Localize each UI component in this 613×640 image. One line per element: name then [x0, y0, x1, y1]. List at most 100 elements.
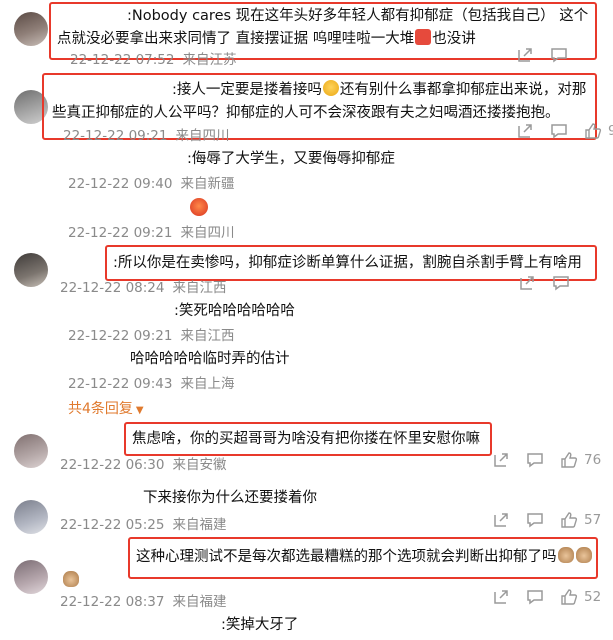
emoji	[322, 80, 339, 96]
more-replies-label: 共4条回复	[68, 401, 133, 417]
like-button[interactable]: 57	[560, 511, 601, 529]
reply-time: 22-12-22 09:43	[68, 376, 173, 392]
comment-text-part: 还有别什么事都拿抑郁症出来说，对那	[339, 82, 587, 98]
comment-location: 来自江苏	[182, 52, 237, 68]
reply-text: 哈哈哈哈哈临时弄的估计	[130, 351, 290, 367]
comment-icon	[527, 513, 543, 528]
comment-icon	[553, 276, 569, 291]
share-icon	[494, 590, 508, 604]
avatar[interactable]	[14, 560, 48, 594]
comment-location: 来自福建	[172, 517, 227, 533]
comment-time: 22-12-22 06:30	[60, 457, 165, 473]
comment-actions	[500, 46, 568, 64]
share-icon	[518, 124, 532, 138]
comment-text: 下来接你为什么还要搂着你	[143, 490, 317, 506]
comment-text-part: 也没讲	[432, 31, 476, 47]
share-button[interactable]	[516, 122, 534, 140]
comment-text-part: 点就没必要拿出来求同情了 直接摆证据 呜哩哇啦一大堆	[57, 31, 415, 47]
like-count: 76	[584, 452, 602, 468]
emoji	[557, 547, 574, 563]
avatar[interactable]	[14, 253, 48, 287]
like-button[interactable]: 52	[560, 588, 601, 606]
comment-line: 点就没必要拿出来求同情了 直接摆证据 呜哩哇啦一大堆 也没讲	[57, 28, 476, 50]
like-icon	[561, 589, 578, 605]
like-button[interactable]: 95	[584, 122, 613, 140]
share-icon	[518, 48, 532, 62]
comment-actions: 52	[476, 588, 601, 606]
reply-location: 来自江西	[180, 328, 235, 344]
comment-text: :所以你是在卖惨吗，抑郁症诊断单算什么证据，割腕自杀割手臂上有啥用	[113, 255, 582, 271]
like-count: 52	[584, 589, 602, 605]
share-icon	[520, 276, 534, 290]
comment-meta: 22-12-22 08:37 来自福建	[60, 590, 226, 610]
reply-time: 22-12-22 09:40	[68, 176, 173, 192]
avatar[interactable]	[14, 12, 48, 46]
comment-icon	[527, 590, 543, 605]
comment-meta: 22-12-22 06:30 来自安徽	[60, 453, 226, 473]
comment-icon	[551, 124, 567, 139]
share-button[interactable]	[518, 274, 536, 292]
comment-icon	[551, 48, 567, 63]
emoji	[190, 198, 208, 216]
like-icon	[585, 123, 602, 139]
avatar[interactable]	[14, 500, 48, 534]
more-replies-link[interactable]: 共4条回复 ▼	[68, 398, 144, 418]
reply-text: :侮辱了大学生，又要侮辱抑郁症	[187, 151, 395, 167]
reply-time: 22-12-22 09:21	[68, 225, 173, 241]
comment-button[interactable]	[552, 274, 570, 292]
comment-line: 些真正抑郁症的人公平吗？抑郁症的人可不会深夜跟有夫之妇喝酒还搂搂抱抱。	[52, 105, 560, 121]
emoji	[415, 29, 432, 45]
reply-location: 来自新疆	[180, 176, 235, 192]
comment-location: 来自四川	[175, 128, 230, 144]
comment-actions: 95	[500, 122, 613, 140]
like-count: 95	[608, 123, 613, 139]
like-button[interactable]: 76	[560, 451, 601, 469]
reply-meta: 22-12-22 09:40 来自新疆	[68, 172, 234, 192]
comment-meta: 22-12-22 09:21 来自四川	[63, 124, 229, 144]
comment-meta: 22-12-22 07:52 来自江苏	[70, 48, 236, 68]
comment-time: 22-12-22 08:24	[60, 280, 165, 296]
reply-time: 22-12-22 09:21	[68, 328, 173, 344]
comment-time: 22-12-22 07:52	[70, 52, 175, 68]
comment-text: 焦虑啥，你的买超哥哥为啥没有把你搂在怀里安慰你嘛	[132, 431, 480, 447]
emoji	[575, 547, 592, 563]
comment-line: :接人一定要是搂着接吗 还有别什么事都拿抑郁症出来说，对那	[172, 79, 586, 101]
comment-actions: 57	[476, 511, 601, 529]
comment-meta: 22-12-22 08:24 来自江西	[60, 276, 226, 296]
share-icon	[494, 453, 508, 467]
reply-location: 来自上海	[180, 376, 235, 392]
comment-line: :Nobody cares 现在这年头好多年轻人都有抑郁症（包括我自己） 这个	[127, 8, 589, 24]
like-icon	[561, 452, 578, 468]
comment-button[interactable]	[526, 588, 544, 606]
share-button[interactable]	[516, 46, 534, 64]
comment-text-part: 这种心理测试不是每次都选最糟糕的那个选项就会判断出抑郁了吗	[136, 549, 557, 565]
like-count: 57	[584, 512, 602, 528]
reply-text: :笑死哈哈哈哈哈哈	[174, 303, 295, 319]
comment-actions	[502, 274, 570, 292]
reply-meta: 22-12-22 09:43 来自上海	[68, 372, 234, 392]
comment-location: 来自安徽	[172, 457, 227, 473]
chevron-down-icon: ▼	[135, 405, 144, 416]
comment-meta: 22-12-22 05:25 来自福建	[60, 513, 226, 533]
comment-icon	[527, 453, 543, 468]
share-button[interactable]	[492, 451, 510, 469]
comment-time: 22-12-22 05:25	[60, 517, 165, 533]
reply-text: :笑掉大牙了	[221, 617, 299, 633]
avatar[interactable]	[14, 434, 48, 468]
reply-location: 来自四川	[180, 225, 235, 241]
comment-time: 22-12-22 08:37	[60, 594, 165, 610]
comment-time: 22-12-22 09:21	[63, 128, 168, 144]
comment-text-part: :接人一定要是搂着接吗	[172, 82, 322, 98]
comment-button[interactable]	[550, 122, 568, 140]
comment-actions: 76	[476, 451, 601, 469]
comment-location: 来自江西	[172, 280, 227, 296]
comment-text: 这种心理测试不是每次都选最糟糕的那个选项就会判断出抑郁了吗	[136, 546, 593, 568]
reply-meta: 22-12-22 09:21 来自江西	[68, 324, 234, 344]
share-button[interactable]	[492, 588, 510, 606]
share-button[interactable]	[492, 511, 510, 529]
comment-button[interactable]	[526, 511, 544, 529]
reply-meta: 22-12-22 09:21 来自四川	[68, 221, 234, 241]
comment-location: 来自福建	[172, 594, 227, 610]
comment-button[interactable]	[550, 46, 568, 64]
comment-button[interactable]	[526, 451, 544, 469]
